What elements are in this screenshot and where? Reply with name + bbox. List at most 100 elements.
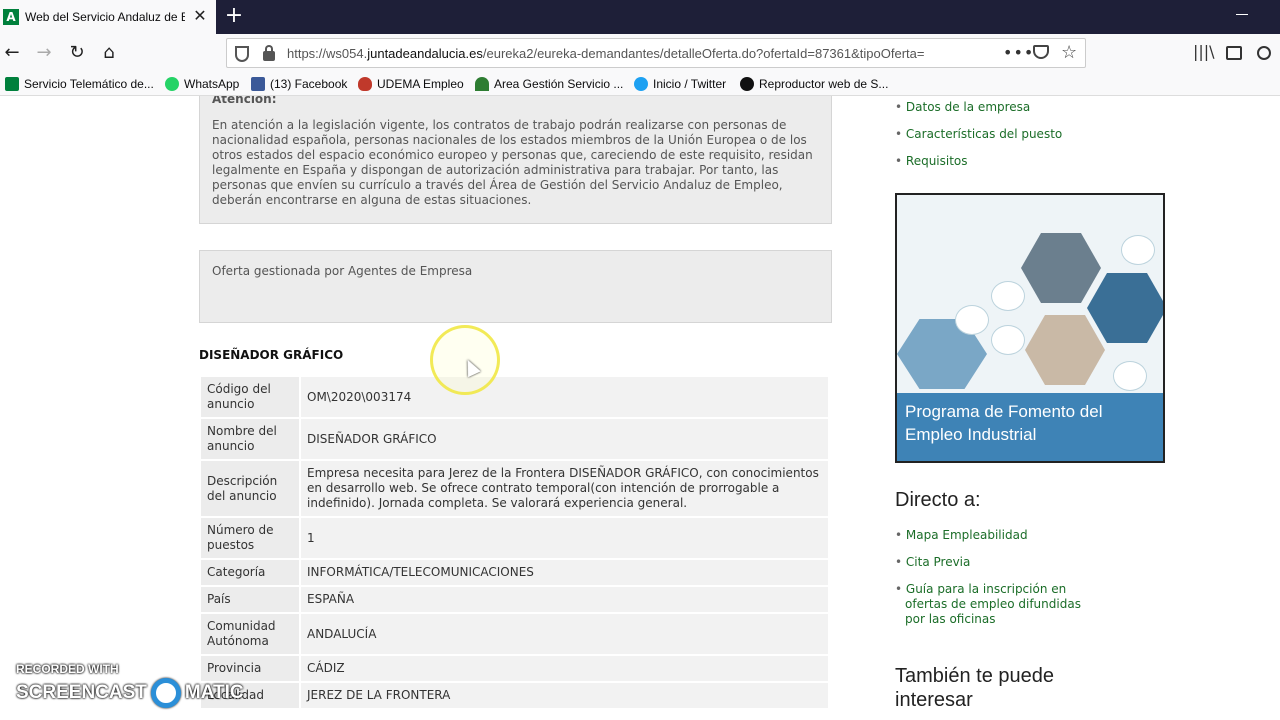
bookmarks-toolbar: Servicio Telemático de... WhatsApp (13) …	[0, 72, 1280, 96]
notice-heading: Atención:	[212, 96, 277, 106]
page-content: Atención: En atención a la legislación v…	[0, 96, 1280, 720]
lock-icon[interactable]	[263, 45, 275, 61]
detail-label: Comunidad Autónoma	[199, 612, 301, 656]
job-details-table: Código del anuncio OM\2020\003174 Nombre …	[199, 375, 830, 710]
hex-outline-icon	[955, 305, 989, 335]
detail-label: Nombre del anuncio	[199, 417, 301, 461]
hex-outline-icon	[991, 325, 1025, 355]
tab-bar: A Web del Servicio Andaluz de Em ✕ +	[0, 0, 1280, 34]
watermark-line2a: SCREENCAST	[16, 682, 147, 703]
bookmark-label: Area Gestión Servicio ...	[494, 77, 624, 91]
table-row: Código del anuncio OM\2020\003174	[199, 375, 830, 419]
detail-value: ESPAÑA	[299, 585, 830, 614]
table-row: Descripción del anuncio Empresa necesita …	[199, 459, 830, 518]
bookmark-item[interactable]: Reproductor web de S...	[740, 76, 888, 92]
whatsapp-icon	[165, 77, 179, 91]
hex-outline-icon	[1113, 361, 1147, 391]
detail-label: Descripción del anuncio	[199, 459, 301, 518]
promo-banner[interactable]: Programa de Fomento del Empleo Industria…	[895, 193, 1165, 463]
new-tab-button[interactable]: +	[222, 4, 246, 28]
watermark-line1: RECORDED WITH	[16, 662, 119, 676]
detail-value: 1	[299, 516, 830, 560]
url-bar[interactable]: https://ws054.juntadeandalucia.es/eureka…	[226, 38, 1086, 68]
url-prefix: https://ws054.	[287, 46, 368, 61]
detail-value: DISEÑADOR GRÁFICO	[299, 417, 830, 461]
watermark-line2: SCREENCAST MATIC	[16, 678, 244, 708]
hex-photo	[1021, 233, 1101, 303]
back-arrow-icon[interactable]: ←	[0, 42, 24, 64]
andalucia-favicon-icon: A	[3, 9, 19, 25]
bookmark-item[interactable]: Servicio Telemático de...	[5, 76, 154, 92]
detail-label: Categoría	[199, 558, 301, 587]
bookmark-label: Reproductor web de S...	[759, 77, 889, 91]
tracking-shield-icon[interactable]	[235, 46, 249, 62]
twitter-icon	[634, 77, 648, 91]
hex-outline-icon	[991, 281, 1025, 311]
bookmark-item[interactable]: (13) Facebook	[251, 76, 347, 92]
bookmark-label: Inicio / Twitter	[653, 77, 727, 91]
area-gestion-icon	[475, 77, 489, 91]
notice-text: En atención a la legislación vigente, lo…	[212, 118, 813, 207]
detail-label: Código del anuncio	[199, 375, 301, 419]
table-row: Nombre del anuncio DISEÑADOR GRÁFICO	[199, 417, 830, 461]
bookmark-label: Servicio Telemático de...	[24, 77, 154, 91]
table-row: Número de puestos 1	[199, 516, 830, 560]
detail-value: OM\2020\003174	[299, 375, 830, 419]
tab-active[interactable]: A Web del Servicio Andaluz de Em ✕	[0, 0, 216, 34]
bookmark-label: UDEMA Empleo	[377, 77, 464, 91]
spotify-icon	[740, 77, 754, 91]
detail-value: ANDALUCÍA	[299, 612, 830, 656]
link-caracteristicas-puesto[interactable]: Características del puesto	[895, 127, 1062, 141]
udema-icon	[358, 77, 372, 91]
sidebar-toggle-icon[interactable]	[1226, 46, 1242, 60]
screencast-watermark: RECORDED WITH SCREENCAST MATIC	[16, 662, 244, 708]
link-requisitos[interactable]: Requisitos	[895, 154, 968, 168]
detail-value: JEREZ DE LA FRONTERA	[299, 681, 830, 710]
link-mapa-empleabilidad[interactable]: Mapa Empleabilidad	[895, 528, 1028, 542]
hex-photo	[1087, 273, 1163, 343]
bookmark-label: (13) Facebook	[270, 77, 348, 91]
bookmark-star-icon[interactable]: ☆	[1061, 42, 1077, 63]
account-icon[interactable]	[1257, 46, 1271, 60]
bookmark-item[interactable]: Area Gestión Servicio ...	[475, 76, 623, 92]
table-row: Localidad JEREZ DE LA FRONTERA	[199, 681, 830, 710]
pocket-icon[interactable]	[1033, 45, 1049, 59]
bookmark-label: WhatsApp	[184, 77, 240, 91]
screencast-logo-icon	[150, 678, 181, 708]
table-row: Comunidad Autónoma ANDALUCÍA	[199, 612, 830, 656]
table-row: Categoría INFORMÁTICA/TELECOMUNICACIONES	[199, 558, 830, 587]
also-interest-heading: También te puede interesar	[895, 665, 1055, 711]
link-guia-inscripcion[interactable]: Guía para la inscripción en ofertas de e…	[895, 582, 1095, 627]
url-path: /eureka2/eureka-demandantes/detalleOfert…	[482, 46, 925, 61]
url-domain: juntadeandalucia.es	[367, 46, 483, 61]
table-row: Provincia CÁDIZ	[199, 654, 830, 683]
detail-value: CÁDIZ	[299, 654, 830, 683]
url-text[interactable]: https://ws054.juntadeandalucia.es/eureka…	[287, 46, 967, 61]
promo-caption: Programa de Fomento del Empleo Industria…	[897, 393, 1163, 461]
watermark-line2b: MATIC	[184, 682, 244, 703]
detail-value: INFORMÁTICA/TELECOMUNICACIONES	[299, 558, 830, 587]
forward-arrow-icon[interactable]: →	[32, 42, 56, 64]
managed-by-text: Oferta gestionada por Agentes de Empresa	[212, 264, 473, 278]
hex-photo	[1025, 315, 1105, 385]
bookmark-item[interactable]: UDEMA Empleo	[358, 76, 464, 92]
close-tab-icon[interactable]: ✕	[192, 8, 208, 24]
page-actions-icon[interactable]: •••	[1003, 43, 1034, 62]
detail-value: Empresa necesita para Jerez de la Fronte…	[299, 459, 830, 518]
reload-icon[interactable]: ↻	[65, 42, 89, 64]
bookmark-item[interactable]: Inicio / Twitter	[634, 76, 726, 92]
link-cita-previa[interactable]: Cita Previa	[895, 555, 970, 569]
home-icon[interactable]: ⌂	[97, 42, 121, 64]
notice-box: Atención: En atención a la legislación v…	[199, 96, 832, 224]
hex-outline-icon	[1121, 235, 1155, 265]
library-icon[interactable]: |||\	[1193, 42, 1215, 61]
detail-label: Número de puestos	[199, 516, 301, 560]
link-datos-empresa[interactable]: Datos de la empresa	[895, 100, 1030, 114]
job-title: DISEÑADOR GRÁFICO	[199, 348, 344, 362]
navigation-bar: ← → ↻ ⌂ https://ws054.juntadeandalucia.e…	[0, 34, 1280, 72]
minimize-window-icon[interactable]	[1236, 14, 1248, 15]
facebook-icon	[251, 77, 265, 91]
table-row: País ESPAÑA	[199, 585, 830, 614]
managed-by-box: Oferta gestionada por Agentes de Empresa	[199, 250, 832, 323]
bookmark-item[interactable]: WhatsApp	[165, 76, 239, 92]
